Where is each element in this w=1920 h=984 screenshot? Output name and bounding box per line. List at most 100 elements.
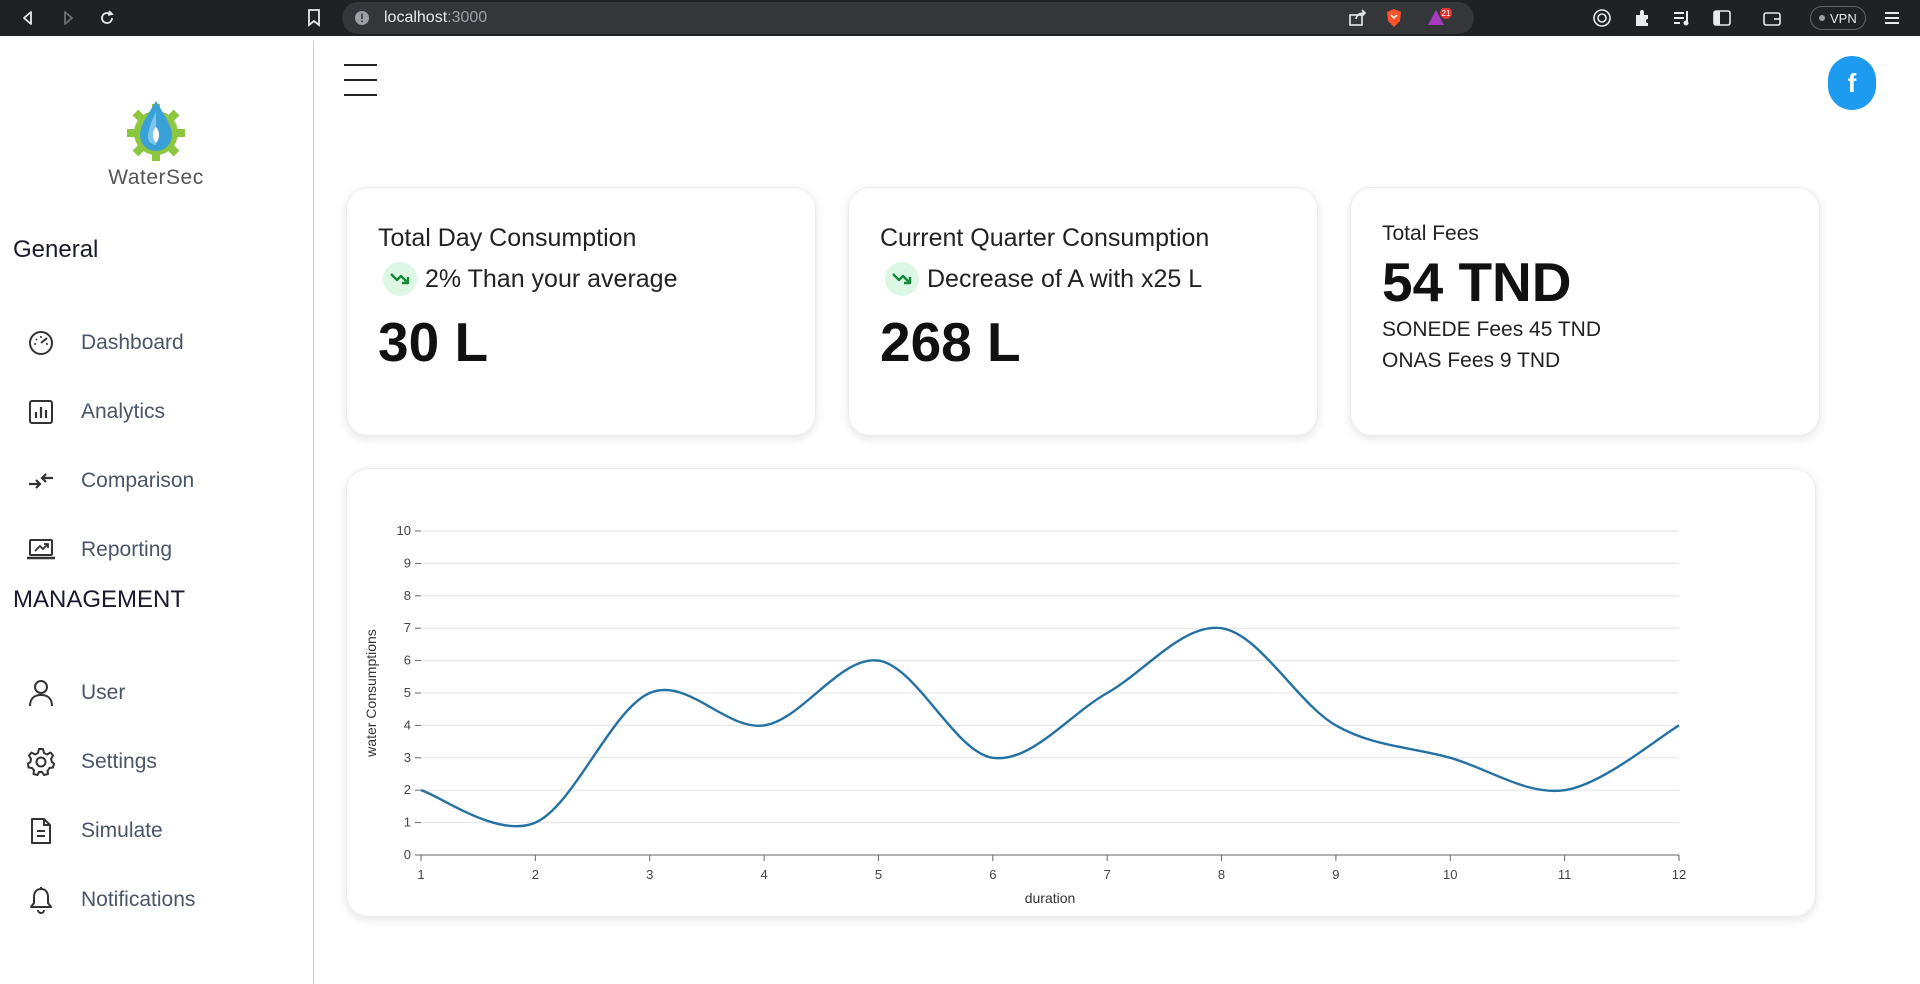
y-tick-label: 8 — [404, 588, 411, 603]
x-tick-label: 5 — [875, 867, 882, 882]
card-title: Current Quarter Consumption — [880, 224, 1210, 252]
sidebar-item-label: Analytics — [81, 400, 166, 423]
consumption-chart-card: 0 1 2 3 4 5 6 7 8 9 10 1 2 3 4 5 6 7 8 9 10 11 12 duration water… — [346, 468, 1816, 917]
wallet-icon[interactable] — [1760, 6, 1784, 30]
camera-icon[interactable] — [1590, 6, 1614, 30]
user-icon — [26, 678, 56, 708]
hamburger-menu-icon[interactable] — [344, 64, 378, 100]
sidebar-item-label: Notifications — [81, 888, 196, 911]
card-quarter-consumption: Current Quarter Consumption Decrease of … — [848, 187, 1318, 436]
y-tick-label: 9 — [404, 555, 411, 570]
document-icon — [26, 816, 56, 846]
forward-icon[interactable] — [54, 4, 82, 32]
info-icon[interactable] — [354, 10, 370, 26]
sidebar-item-notifications[interactable]: Notifications — [26, 878, 306, 922]
trend-text: 2% Than your average — [425, 264, 678, 293]
y-axis-label: water Consumptions — [363, 629, 379, 758]
bar-chart-icon — [26, 397, 56, 427]
trending-down-icon — [383, 262, 417, 296]
sidebar-item-reporting[interactable]: Reporting — [26, 528, 306, 572]
x-tick-label: 8 — [1218, 867, 1225, 882]
sidebar-item-settings[interactable]: Settings — [26, 740, 306, 784]
reload-icon[interactable] — [93, 4, 121, 32]
x-tick-label: 1 — [417, 867, 424, 882]
url-text: localhost:3000 — [384, 9, 487, 27]
logo-text: WaterSec — [108, 166, 204, 189]
media-icon[interactable] — [1670, 6, 1694, 30]
sidebar-item-label: Settings — [81, 750, 157, 773]
gauge-icon — [26, 328, 56, 358]
logo[interactable]: WaterSec — [108, 99, 204, 190]
y-tick-label: 0 — [404, 847, 411, 862]
section-title-management: MANAGEMENT — [13, 586, 186, 613]
sidebar-item-label: User — [81, 681, 126, 704]
x-tick-label: 12 — [1672, 867, 1686, 882]
back-icon[interactable] — [14, 4, 42, 32]
sidebar-item-simulate[interactable]: Simulate — [26, 809, 306, 853]
sidebar: WaterSec General Dashboard Analytics Com… — [0, 41, 314, 984]
avatar-letter: f — [1847, 67, 1857, 98]
card-value: 268 L — [880, 311, 1021, 373]
x-tick-label: 9 — [1332, 867, 1339, 882]
x-axis-label: duration — [1025, 890, 1076, 906]
rewards-icon[interactable]: 21 — [1426, 7, 1454, 30]
y-tick-label: 6 — [404, 653, 411, 668]
consumption-series-line — [420, 626, 1680, 828]
share-icon[interactable] — [1348, 8, 1368, 33]
y-tick-label: 3 — [404, 750, 411, 765]
trend-indicator: Decrease of A with x25 L — [885, 262, 1202, 296]
sidebar-item-label: Reporting — [81, 538, 173, 561]
sidebar-item-user[interactable]: User — [26, 671, 306, 715]
y-tick-label: 7 — [404, 620, 411, 635]
sonede-fees: SONEDE Fees 45 TND — [1382, 318, 1602, 341]
extensions-icon[interactable] — [1630, 6, 1654, 30]
x-tick-label: 7 — [1104, 867, 1111, 882]
x-tick-label: 11 — [1558, 867, 1572, 882]
y-tick-label: 1 — [404, 815, 411, 830]
water-drop-gear-icon — [127, 101, 185, 162]
sidebar-item-label: Simulate — [81, 819, 163, 842]
compare-arrows-icon — [26, 466, 56, 496]
card-title: Total Day Consumption — [378, 224, 637, 252]
gear-icon — [26, 747, 56, 777]
laptop-trend-icon — [26, 535, 56, 565]
x-tick-label: 10 — [1443, 867, 1457, 882]
x-tick-label: 4 — [760, 867, 767, 882]
card-value: 54 TND — [1382, 251, 1572, 313]
vpn-button[interactable]: VPN — [1810, 6, 1866, 30]
vpn-status-dot — [1819, 15, 1825, 21]
card-value: 30 L — [378, 311, 489, 373]
brave-shield-icon[interactable] — [1384, 8, 1404, 28]
vpn-label: VPN — [1830, 10, 1857, 26]
onas-fees: ONAS Fees 9 TND — [1382, 349, 1561, 372]
url-host: localhost — [384, 9, 448, 26]
card-day-consumption: Total Day Consumption 2% Than your avera… — [346, 187, 816, 436]
trend-indicator: 2% Than your average — [383, 262, 677, 296]
bell-icon — [26, 885, 56, 915]
card-title: Total Fees — [1382, 222, 1479, 245]
x-tick-label: 3 — [646, 867, 653, 882]
sidebar-item-comparison[interactable]: Comparison — [26, 459, 306, 503]
y-tick-label: 5 — [404, 685, 411, 700]
x-tick-label: 6 — [989, 867, 996, 882]
y-tick-label: 2 — [404, 782, 411, 797]
sidebar-item-analytics[interactable]: Analytics — [26, 390, 306, 434]
url-port: :3000 — [447, 9, 488, 26]
sidebar-item-dashboard[interactable]: Dashboard — [26, 321, 306, 365]
trending-down-icon — [885, 262, 919, 296]
sidebar-toggle-icon[interactable] — [1710, 6, 1734, 30]
y-tick-label: 4 — [404, 717, 411, 732]
y-tick-label: 10 — [397, 523, 411, 538]
consumption-line-chart: 0123456789101 2 3 4 5 6 7 8 9 10 11 12durationwater… — [363, 523, 1686, 906]
trend-text: Decrease of A with x25 L — [927, 264, 1203, 293]
sidebar-item-label: Comparison — [81, 469, 195, 492]
x-tick-label: 2 — [532, 867, 539, 882]
address-bar[interactable]: localhost:3000 21 — [342, 2, 1474, 34]
sidebar-item-label: Dashboard — [81, 331, 184, 354]
card-total-fees: Total Fees 54 TND SONEDE Fees 45 TND ONA… — [1350, 187, 1820, 436]
facebook-avatar[interactable]: f — [1828, 56, 1876, 110]
bookmark-icon[interactable] — [302, 6, 326, 30]
section-title-general: General — [13, 236, 99, 263]
menu-icon[interactable] — [1880, 6, 1904, 30]
rewards-badge-count: 21 — [1442, 9, 1451, 18]
